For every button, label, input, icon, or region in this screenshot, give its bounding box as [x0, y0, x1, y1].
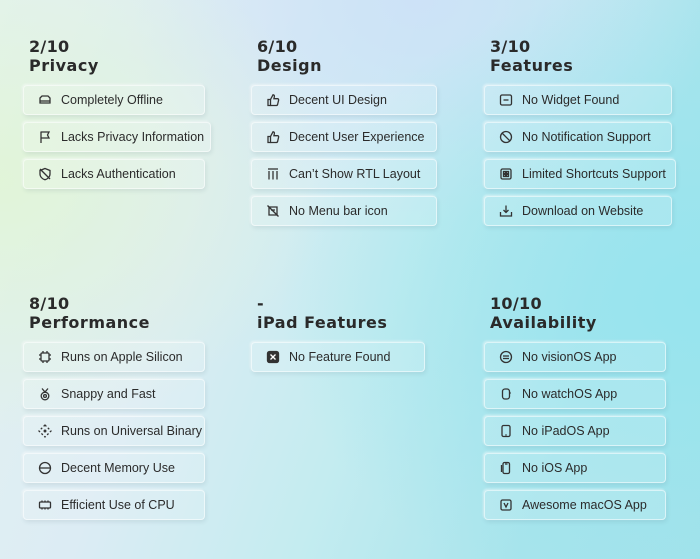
ipad-title: iPad Features: [257, 313, 388, 332]
design-item-menubar: No Menu bar icon: [251, 196, 437, 226]
menubar-slash-icon: [266, 204, 280, 218]
performance-item-snappy: Snappy and Fast: [23, 379, 205, 409]
privacy-item-info: Lacks Privacy Information: [23, 122, 211, 152]
section-privacy: 2/10 Privacy Completely Offline Lacks Pr…: [23, 37, 239, 189]
item-label: Efficient Use of CPU: [61, 498, 175, 512]
item-label: Runs on Universal Binary: [61, 424, 203, 438]
privacy-title: Privacy: [29, 56, 99, 75]
availability-score: 10/10: [490, 294, 542, 313]
availability-item-ios: No iOS App: [484, 453, 666, 483]
item-label: Can’t Show RTL Layout: [289, 167, 421, 181]
features-item-notification: No Notification Support: [484, 122, 672, 152]
item-label: No visionOS App: [522, 350, 617, 364]
item-label: No Notification Support: [522, 130, 651, 144]
shield-slash-icon: [38, 167, 52, 181]
cpu-icon: [38, 498, 52, 512]
design-item-ux: Decent User Experience: [251, 122, 437, 152]
watch-icon: [499, 387, 513, 401]
performance-item-cpu: Efficient Use of CPU: [23, 490, 205, 520]
item-label: Lacks Privacy Information: [61, 130, 205, 144]
mac-app-icon: [499, 498, 513, 512]
availability-item-ipados: No iPadOS App: [484, 416, 666, 446]
ipad-item-none: No Feature Found: [251, 342, 425, 372]
privacy-score: 2/10: [29, 37, 70, 56]
iphone-icon: [499, 461, 513, 475]
item-label: Decent User Experience: [289, 130, 425, 144]
features-item-shortcuts: Limited Shortcuts Support: [484, 159, 676, 189]
item-label: Lacks Authentication: [61, 167, 176, 181]
item-label: Runs on Apple Silicon: [61, 350, 183, 364]
chip-icon: [38, 350, 52, 364]
availability-item-macos: Awesome macOS App: [484, 490, 666, 520]
performance-score: 8/10: [29, 294, 70, 313]
availability-item-watch: No watchOS App: [484, 379, 666, 409]
section-features: 3/10 Features No Widget Found No Notific…: [484, 37, 700, 226]
design-title: Design: [257, 56, 322, 75]
flag-icon: [38, 130, 52, 144]
design-score: 6/10: [257, 37, 298, 56]
memory-icon: [38, 461, 52, 475]
vision-icon: [499, 350, 513, 364]
item-label: Awesome macOS App: [522, 498, 647, 512]
item-label: Snappy and Fast: [61, 387, 156, 401]
section-design: 6/10 Design Decent UI Design Decent User…: [251, 37, 467, 226]
privacy-item-auth: Lacks Authentication: [23, 159, 205, 189]
section-availability: 10/10 Availability No visionOS App No wa…: [484, 294, 700, 520]
item-label: No iPadOS App: [522, 424, 610, 438]
widget-icon: [499, 93, 513, 107]
design-item-rtl: Can’t Show RTL Layout: [251, 159, 437, 189]
performance-item-silicon: Runs on Apple Silicon: [23, 342, 205, 372]
features-title: Features: [490, 56, 574, 75]
item-label: Limited Shortcuts Support: [522, 167, 666, 181]
availability-title: Availability: [490, 313, 597, 332]
diamond-arrows-icon: [38, 424, 52, 438]
item-label: Decent UI Design: [289, 93, 387, 107]
item-label: Download on Website: [522, 204, 644, 218]
section-performance: 8/10 Performance Runs on Apple Silicon S…: [23, 294, 239, 520]
ipad-icon: [499, 424, 513, 438]
item-label: Completely Offline: [61, 93, 163, 107]
privacy-item-offline: Completely Offline: [23, 85, 205, 115]
shortcuts-icon: [499, 167, 513, 181]
text-direction-icon: [266, 167, 280, 181]
item-label: No Menu bar icon: [289, 204, 388, 218]
features-item-widget: No Widget Found: [484, 85, 672, 115]
drive-icon: [38, 93, 52, 107]
notification-slash-icon: [499, 130, 513, 144]
features-score: 3/10: [490, 37, 531, 56]
design-item-ui: Decent UI Design: [251, 85, 437, 115]
item-label: No watchOS App: [522, 387, 618, 401]
section-ipad: - iPad Features No Feature Found: [251, 294, 467, 372]
features-item-download: Download on Website: [484, 196, 672, 226]
medal-icon: [38, 387, 52, 401]
item-label: No iOS App: [522, 461, 588, 475]
performance-item-universal: Runs on Universal Binary: [23, 416, 205, 446]
x-square-icon: [266, 350, 280, 364]
performance-title: Performance: [29, 313, 151, 332]
item-label: No Widget Found: [522, 93, 620, 107]
performance-item-memory: Decent Memory Use: [23, 453, 205, 483]
ipad-score: -: [257, 294, 264, 313]
thumbs-up-icon: [266, 93, 280, 107]
download-icon: [499, 204, 513, 218]
availability-item-vision: No visionOS App: [484, 342, 666, 372]
thumbs-up-icon: [266, 130, 280, 144]
item-label: Decent Memory Use: [61, 461, 175, 475]
item-label: No Feature Found: [289, 350, 391, 364]
